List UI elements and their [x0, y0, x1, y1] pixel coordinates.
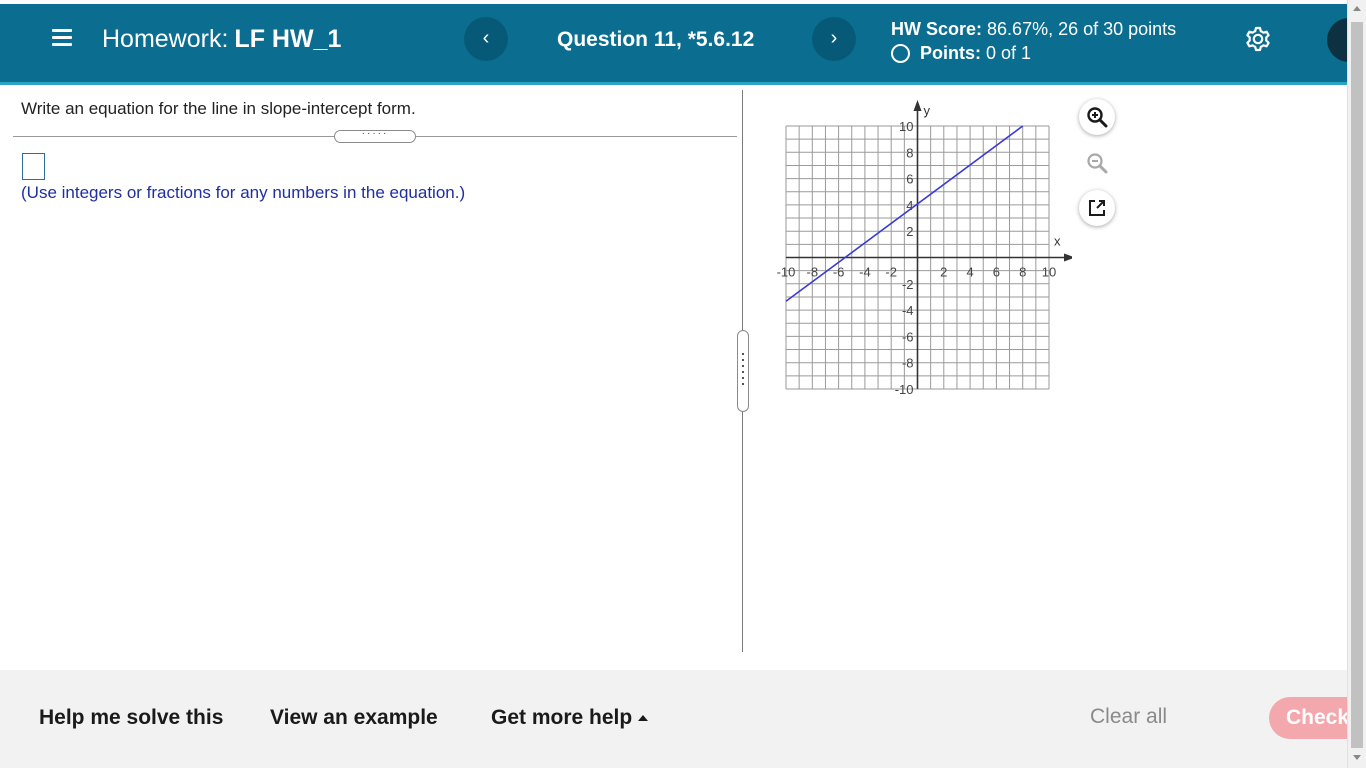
x-tick-label: -4 — [859, 265, 871, 280]
y-tick-label: 6 — [906, 172, 913, 187]
y-tick-label: -4 — [902, 303, 914, 318]
zoom-out-button[interactable] — [1079, 145, 1115, 181]
horizontal-resize-handle[interactable]: ····· — [334, 129, 416, 143]
zoom-in-button[interactable] — [1079, 99, 1115, 135]
popout-graph-button[interactable] — [1079, 190, 1115, 226]
x-tick-label: 2 — [940, 265, 947, 280]
points-label: Points: — [920, 43, 981, 63]
caret-up-icon — [638, 715, 649, 721]
vertical-scrollbar[interactable] — [1347, 0, 1366, 768]
help-me-solve-button[interactable]: Help me solve this — [39, 706, 223, 730]
scroll-down-arrow-icon[interactable] — [1353, 755, 1361, 760]
question-points: Points: 0 of 1 — [891, 41, 1031, 65]
x-axis-arrow — [1064, 253, 1072, 262]
homework-name: LF HW_1 — [234, 25, 342, 53]
y-tick-label: 10 — [899, 119, 913, 134]
x-tick-label: 6 — [993, 265, 1000, 280]
scrollbar-thumb[interactable] — [1351, 22, 1363, 748]
x-tick-label: -10 — [777, 265, 796, 280]
get-more-help-label: Get more help — [491, 706, 633, 729]
header-accent — [0, 82, 1347, 85]
x-tick-label: -8 — [807, 265, 819, 280]
homework-title: Homework: LF HW_1 — [102, 25, 341, 53]
hamburger-menu-icon[interactable] — [52, 26, 74, 50]
check-answer-button[interactable]: Check — [1269, 697, 1347, 739]
x-tick-label: 8 — [1019, 265, 1026, 280]
hw-score-value: 86.67%, 26 of 30 points — [987, 19, 1177, 39]
x-axis-label: x — [1054, 234, 1061, 249]
zoom-in-icon — [1087, 107, 1108, 128]
scroll-up-arrow-icon[interactable] — [1353, 6, 1361, 11]
external-link-icon — [1089, 200, 1105, 216]
x-tick-label: -2 — [885, 265, 897, 280]
coordinate-graph: xy-10 -8 -6 -4 -2 2 4 6 8 10108642-2-4-6-8-10 — [777, 100, 1072, 397]
y-tick-label: -6 — [902, 329, 914, 344]
y-axis-arrow — [913, 100, 922, 111]
zoom-out-icon — [1087, 153, 1108, 174]
vertical-resize-handle[interactable] — [737, 330, 749, 412]
view-example-button[interactable]: View an example — [270, 706, 438, 730]
header-bar: Homework: LF HW_1 ‹ Question 11, *5.6.12 … — [0, 4, 1366, 85]
answer-hint: (Use integers or fractions for any numbe… — [21, 183, 466, 202]
y-tick-label: -10 — [895, 382, 914, 397]
question-title: Question 11, *5.6.12 — [557, 28, 755, 51]
hw-score: HW Score: 86.67%, 26 of 30 points — [891, 17, 1176, 41]
points-value: 0 of 1 — [986, 43, 1032, 63]
circle-status-icon — [891, 44, 910, 63]
y-tick-label: -2 — [902, 277, 914, 292]
y-axis-label: y — [924, 103, 931, 118]
homework-label: Homework: — [102, 25, 229, 53]
x-tick-label: -6 — [833, 265, 845, 280]
y-tick-label: -8 — [902, 356, 914, 371]
next-question-button[interactable]: › — [812, 17, 856, 61]
previous-question-button[interactable]: ‹ — [464, 17, 508, 61]
y-tick-label: 8 — [906, 145, 913, 160]
question-prompt: Write an equation for the line in slope-… — [21, 99, 416, 118]
answer-input[interactable] — [22, 153, 45, 180]
get-more-help-button[interactable]: Get more help — [491, 706, 649, 730]
x-tick-label: 10 — [1042, 265, 1056, 280]
settings-gear-icon[interactable] — [1244, 25, 1272, 53]
hw-score-label: HW Score: — [891, 19, 983, 39]
clear-all-button[interactable]: Clear all — [1090, 705, 1167, 729]
y-tick-label: 2 — [906, 224, 913, 239]
x-tick-label: 4 — [966, 265, 973, 280]
